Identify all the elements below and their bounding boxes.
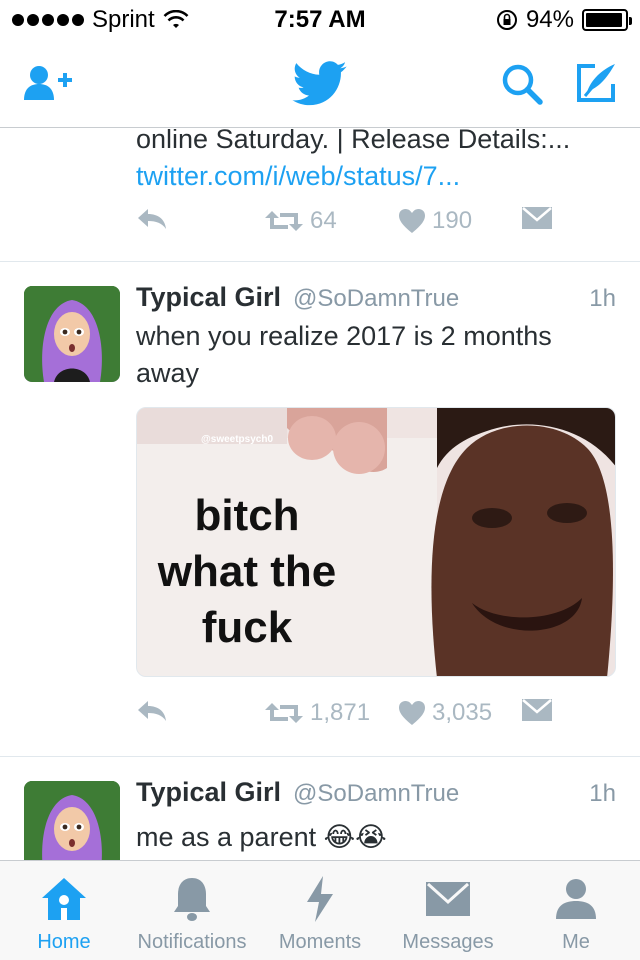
author-handle[interactable]: @SoDamnTrue bbox=[293, 285, 459, 313]
person-icon bbox=[556, 879, 596, 919]
tab-label: Home bbox=[37, 931, 91, 953]
bottom-tab-bar: Home Notifications Moments Messages Me bbox=[0, 860, 640, 960]
retweet-count: 64 bbox=[310, 207, 337, 234]
tab-notifications[interactable]: Notifications bbox=[128, 861, 256, 960]
like-count: 3,035 bbox=[432, 699, 493, 726]
tab-label: Moments bbox=[278, 931, 362, 953]
tab-messages[interactable]: Messages bbox=[384, 861, 512, 960]
tweet-actions: 64 190 bbox=[136, 207, 566, 247]
tweet-media-image[interactable]: @sweetpsych0 bitch what the fuck bbox=[136, 407, 616, 677]
compose-icon[interactable] bbox=[572, 60, 620, 106]
like-button[interactable]: 190 bbox=[398, 207, 472, 235]
reply-button[interactable] bbox=[136, 699, 168, 723]
tweet-link[interactable]: twitter.com/i/web/status/7... bbox=[136, 158, 620, 195]
tweet-text: when you realize 2017 is 2 months away bbox=[136, 321, 552, 388]
tweet-time: 1h bbox=[589, 285, 616, 312]
tweet-card[interactable]: online Saturday. | Release Details:... t… bbox=[0, 129, 640, 262]
tab-label: Me bbox=[562, 931, 590, 953]
retweet-icon bbox=[265, 703, 303, 723]
watermark-text: @sweetpsych0 bbox=[201, 434, 273, 445]
tweet-header: Typical Girl @SoDamnTrue 1h bbox=[136, 777, 616, 811]
author-name[interactable]: Typical Girl bbox=[136, 777, 281, 808]
retweet-button[interactable]: 64 bbox=[264, 207, 337, 235]
envelope-icon bbox=[426, 882, 470, 916]
lightning-icon bbox=[307, 876, 333, 922]
retweet-button[interactable]: 1,871 bbox=[264, 699, 370, 727]
avatar[interactable] bbox=[24, 781, 120, 860]
status-right: 94% bbox=[496, 6, 632, 34]
like-button[interactable]: 3,035 bbox=[398, 699, 492, 727]
envelope-icon bbox=[522, 207, 552, 229]
top-nav-bar bbox=[0, 40, 640, 128]
timeline-feed[interactable]: online Saturday. | Release Details:... t… bbox=[0, 129, 640, 860]
tweet-header: Typical Girl @SoDamnTrue 1h bbox=[136, 282, 616, 316]
tweet-text-line: online Saturday. | Release Details:... bbox=[136, 129, 571, 154]
tab-home[interactable]: Home bbox=[0, 861, 128, 960]
tab-label: Messages bbox=[402, 931, 494, 953]
avatar[interactable] bbox=[24, 286, 120, 382]
like-count: 190 bbox=[432, 207, 473, 234]
author-name[interactable]: Typical Girl bbox=[136, 282, 281, 313]
reply-icon bbox=[138, 209, 166, 229]
heart-icon bbox=[399, 209, 425, 233]
tweet-card[interactable]: Typical Girl @SoDamnTrue 1h when you rea… bbox=[0, 262, 640, 757]
heart-icon bbox=[399, 701, 425, 725]
meme-caption-line: what the bbox=[157, 547, 336, 596]
tweet-card[interactable]: Typical Girl @SoDamnTrue 1h me as a pare… bbox=[0, 757, 640, 860]
reply-button[interactable] bbox=[136, 207, 168, 231]
tab-moments[interactable]: Moments bbox=[256, 861, 384, 960]
status-bar: Sprint 7:57 AM 94% bbox=[0, 0, 640, 40]
direct-message-button[interactable] bbox=[522, 207, 552, 229]
tweet-text: online Saturday. | Release Details:... t… bbox=[136, 129, 620, 195]
rotation-lock-icon bbox=[496, 10, 517, 30]
meme-caption-line: fuck bbox=[202, 603, 293, 652]
twitter-bird-icon[interactable] bbox=[290, 60, 350, 108]
retweet-icon bbox=[265, 211, 303, 231]
tab-me[interactable]: Me bbox=[512, 861, 640, 960]
tweet-text: me as a parent 😂😭 bbox=[136, 822, 387, 852]
author-handle[interactable]: @SoDamnTrue bbox=[293, 780, 459, 808]
meme-caption-line: bitch bbox=[194, 491, 299, 540]
retweet-count: 1,871 bbox=[310, 699, 371, 726]
search-icon[interactable] bbox=[498, 62, 546, 106]
reply-icon bbox=[138, 701, 166, 721]
battery-icon bbox=[582, 9, 632, 31]
battery-percent: 94% bbox=[525, 6, 574, 33]
tweet-actions: 1,871 3,035 bbox=[136, 699, 566, 739]
direct-message-button[interactable] bbox=[522, 699, 552, 721]
tweet-time: 1h bbox=[589, 780, 616, 807]
add-user-icon[interactable] bbox=[22, 64, 74, 104]
envelope-icon bbox=[522, 699, 552, 721]
home-icon bbox=[42, 878, 86, 920]
bell-icon bbox=[174, 878, 210, 921]
tab-label: Notifications bbox=[137, 931, 247, 953]
